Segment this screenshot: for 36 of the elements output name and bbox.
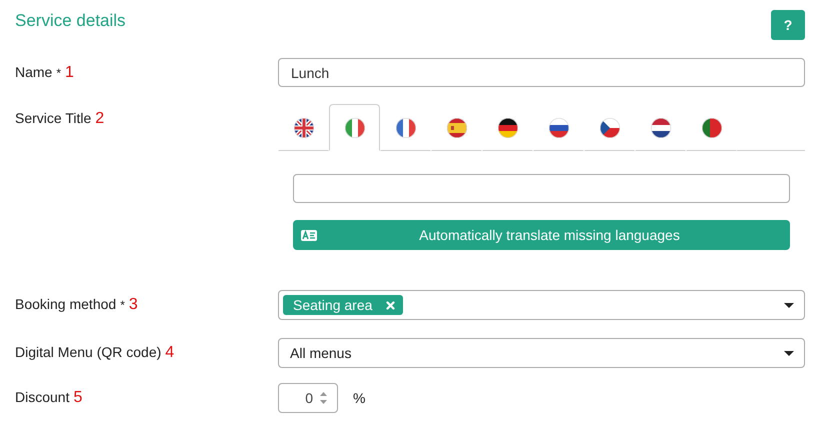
annotation-number: 3 [128,296,138,314]
annotation-number: 5 [73,389,82,407]
field-label: Digital Menu (QR code) [15,344,162,360]
remove-icon[interactable] [386,300,396,310]
section-title: Service details [15,11,126,31]
czech-flag-icon [600,118,620,138]
annotation-number: 1 [65,64,74,82]
portugal-flag-icon [702,118,722,138]
germany-flag-icon [498,118,518,138]
netherlands-flag-icon [650,118,670,138]
translate-button[interactable]: Automatically translate missing languages [293,220,790,250]
required-mark: * [120,298,125,312]
help-button[interactable]: ? [771,10,805,40]
field-label: Name [15,64,52,80]
annotation-number: 4 [165,344,174,362]
italy-flag-icon [344,118,364,138]
title-field[interactable] [293,174,790,203]
name-field[interactable]: Lunch [278,58,805,87]
russia-flag-icon [548,118,568,138]
spain-flag-icon [446,118,466,138]
number-field[interactable]: 0 [278,383,338,413]
translate-icon [301,230,317,240]
field-label: Service Title [15,110,92,126]
multi-select-field[interactable]: Seating area [278,290,805,320]
france-flag-icon [396,118,416,138]
field-label: Booking method [15,296,116,312]
required-mark: * [56,66,62,80]
field-label: Discount [15,389,70,405]
dropdown[interactable]: All menus [278,338,805,368]
spinner-icon[interactable] [319,390,328,406]
caret-icon [784,350,794,356]
unit-label: % [353,390,366,406]
selected-tag[interactable]: Seating area [283,295,404,315]
caret-icon [784,302,794,308]
annotation-number: 2 [95,110,104,128]
uk-flag-icon [294,118,314,138]
